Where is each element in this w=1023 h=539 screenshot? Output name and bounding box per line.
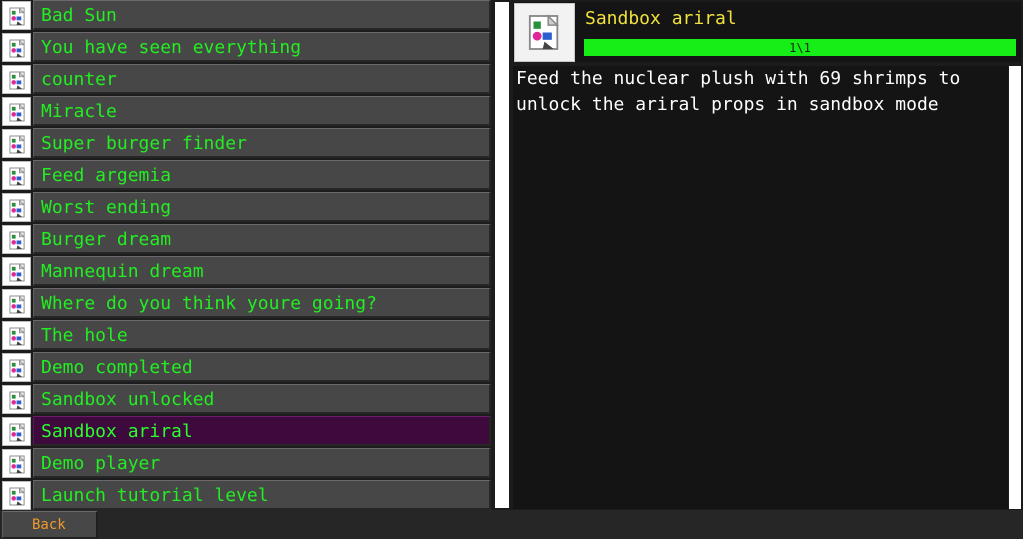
achievement-row[interactable]: Burger dream bbox=[0, 224, 493, 254]
achievement-button[interactable]: Where do you think youre going? bbox=[33, 288, 491, 318]
achievement-label: Where do you think youre going? bbox=[41, 293, 377, 314]
achievement-icon bbox=[2, 481, 31, 510]
achievement-icon bbox=[2, 225, 31, 254]
achievement-row[interactable]: Feed argemia bbox=[0, 160, 493, 190]
achievement-button[interactable]: Demo player bbox=[33, 448, 491, 478]
achievement-icon bbox=[2, 97, 31, 126]
achievement-button[interactable]: You have seen everything bbox=[33, 32, 491, 62]
achievement-list-scrollbar[interactable] bbox=[495, 2, 509, 508]
achievement-icon bbox=[2, 193, 31, 222]
achievement-row[interactable]: Bad Sun bbox=[0, 0, 493, 30]
achievement-label: Sandbox ariral bbox=[41, 421, 193, 442]
achievement-icon bbox=[2, 321, 31, 350]
achievement-button[interactable]: Mannequin dream bbox=[33, 256, 491, 286]
achievement-row[interactable]: Super burger finder bbox=[0, 128, 493, 158]
achievement-label: You have seen everything bbox=[41, 37, 302, 58]
achievement-row[interactable]: Demo player bbox=[0, 448, 493, 478]
achievement-icon bbox=[2, 417, 31, 446]
achievement-icon bbox=[2, 289, 31, 318]
achievement-label: Launch tutorial level bbox=[41, 485, 269, 506]
achievement-label: Bad Sun bbox=[41, 5, 117, 26]
achievement-icon bbox=[2, 353, 31, 382]
achievement-icon bbox=[2, 385, 31, 414]
achievement-label: The hole bbox=[41, 325, 128, 346]
achievement-icon bbox=[2, 161, 31, 190]
achievement-progress-text: 1\1 bbox=[789, 41, 811, 55]
achievement-icon bbox=[2, 65, 31, 94]
achievement-button[interactable]: The hole bbox=[33, 320, 491, 350]
achievement-button[interactable]: Super burger finder bbox=[33, 128, 491, 158]
back-button[interactable]: Back bbox=[2, 511, 98, 538]
achievement-button[interactable]: Worst ending bbox=[33, 192, 491, 222]
achievement-button[interactable]: Sandbox unlocked bbox=[33, 384, 491, 414]
achievement-label: Super burger finder bbox=[41, 133, 247, 154]
achievement-description: Feed the nuclear plush with 69 shrimps t… bbox=[516, 68, 961, 115]
achievement-list: Bad Sun You have seen everything counter Mi… bbox=[0, 0, 493, 510]
achievement-progress-bar: 1\1 bbox=[584, 39, 1016, 56]
achievement-icon bbox=[2, 257, 31, 286]
achievement-icon bbox=[2, 129, 31, 158]
achievement-label: counter bbox=[41, 69, 117, 90]
achievement-icon bbox=[2, 33, 31, 62]
achievement-row[interactable]: The hole bbox=[0, 320, 493, 350]
description-scrollbar[interactable] bbox=[1009, 66, 1021, 509]
achievement-label: Burger dream bbox=[41, 229, 172, 250]
achievement-row[interactable]: You have seen everything bbox=[0, 32, 493, 62]
achievement-label: Mannequin dream bbox=[41, 261, 204, 282]
bottom-bar: Back bbox=[0, 510, 1023, 539]
achievement-button[interactable]: Bad Sun bbox=[33, 0, 491, 30]
achievement-label: Feed argemia bbox=[41, 165, 172, 186]
achievement-label: Demo player bbox=[41, 453, 161, 474]
achievement-detail-header: Sandbox ariral 1\1 bbox=[513, 2, 1021, 62]
achievement-row[interactable]: Sandbox ariral bbox=[0, 416, 493, 446]
achievement-row[interactable]: Miracle bbox=[0, 96, 493, 126]
achievement-row[interactable]: Launch tutorial level bbox=[0, 480, 493, 510]
achievement-description-panel: Feed the nuclear plush with 69 shrimps t… bbox=[513, 66, 1008, 509]
achievement-button[interactable]: Feed argemia bbox=[33, 160, 491, 190]
achievement-label: Worst ending bbox=[41, 197, 172, 218]
achievement-row[interactable]: counter bbox=[0, 64, 493, 94]
achievement-icon bbox=[2, 1, 31, 30]
achievement-button[interactable]: Sandbox ariral bbox=[33, 416, 491, 446]
achievement-title: Sandbox ariral bbox=[585, 8, 737, 29]
achievement-row[interactable]: Mannequin dream bbox=[0, 256, 493, 286]
achievement-icon bbox=[514, 3, 575, 62]
achievement-label: Demo completed bbox=[41, 357, 193, 378]
achievement-button[interactable]: Launch tutorial level bbox=[33, 480, 491, 510]
achievement-button[interactable]: Demo completed bbox=[33, 352, 491, 382]
achievements-screen: Bad Sun You have seen everything counter Mi… bbox=[0, 0, 1023, 539]
achievement-label: Miracle bbox=[41, 101, 117, 122]
achievement-button[interactable]: Burger dream bbox=[33, 224, 491, 254]
achievement-row[interactable]: Sandbox unlocked bbox=[0, 384, 493, 414]
achievement-row[interactable]: Demo completed bbox=[0, 352, 493, 382]
achievement-row[interactable]: Worst ending bbox=[0, 192, 493, 222]
achievement-row[interactable]: Where do you think youre going? bbox=[0, 288, 493, 318]
achievement-icon bbox=[2, 449, 31, 478]
achievement-button[interactable]: Miracle bbox=[33, 96, 491, 126]
achievement-button[interactable]: counter bbox=[33, 64, 491, 94]
achievement-label: Sandbox unlocked bbox=[41, 389, 215, 410]
